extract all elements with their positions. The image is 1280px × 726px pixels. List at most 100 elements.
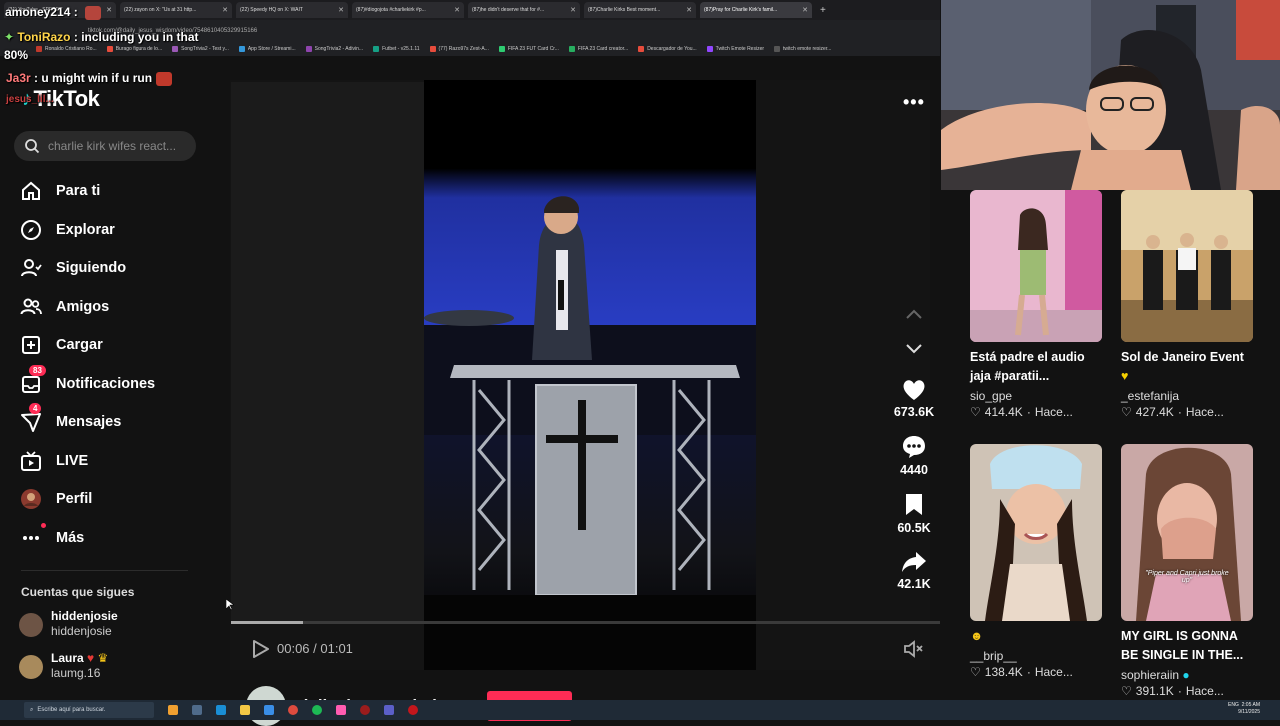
video-author[interactable]: _estefanija bbox=[1121, 389, 1253, 403]
edge-icon[interactable] bbox=[216, 705, 226, 715]
bookmark[interactable]: Burago figura de lo... bbox=[106, 46, 162, 52]
nav-item-para-ti[interactable]: Para ti bbox=[20, 172, 210, 211]
spotify-icon[interactable] bbox=[312, 705, 322, 715]
taskbar-search[interactable]: ⌕ Escribe aquí para buscar. bbox=[24, 702, 154, 718]
video-meta: ♡ 138.4K · Hace... bbox=[970, 665, 1073, 679]
nav-item-siguiendo[interactable]: Siguiendo bbox=[20, 249, 210, 288]
browser-tab[interactable]: (22) zayon on X: "Us at 31 http... ✕ bbox=[120, 2, 232, 18]
video-title[interactable]: Está padre el audio jaja #paratii... bbox=[970, 348, 1102, 386]
chevron-down-icon[interactable] bbox=[904, 342, 924, 356]
volume-icon[interactable] bbox=[903, 639, 925, 659]
task-view-icon[interactable] bbox=[192, 705, 202, 715]
taskbar-app-icon[interactable] bbox=[408, 705, 418, 715]
video-thumbnail[interactable] bbox=[970, 190, 1102, 342]
account-name: Laura ♥ ♛ bbox=[51, 651, 109, 665]
close-icon[interactable]: ✕ bbox=[570, 6, 576, 14]
close-icon[interactable]: ✕ bbox=[338, 6, 344, 14]
bookmark[interactable]: App Store / Streami... bbox=[238, 46, 296, 52]
browser-tab[interactable]: (22) Speedy HQ on X: WAIT ✕ bbox=[236, 2, 348, 18]
taskbar-app-icon[interactable] bbox=[336, 705, 346, 715]
chat-username: Ja3r bbox=[6, 71, 31, 85]
search-placeholder: charlie kirk wifes react... bbox=[48, 139, 177, 153]
play-icon[interactable] bbox=[251, 640, 269, 658]
following-account[interactable]: hiddenjosie hiddenjosie bbox=[19, 609, 118, 639]
bookmark[interactable]: Twitch Emote Resizer bbox=[706, 46, 764, 52]
taskbar-app-icon[interactable] bbox=[384, 705, 394, 715]
bookmark[interactable]: twitch emote resizer... bbox=[774, 46, 831, 52]
like-button[interactable]: 673.6K bbox=[880, 378, 948, 419]
taskbar-app-icon[interactable] bbox=[168, 705, 178, 715]
compass-icon bbox=[20, 219, 42, 241]
browser-tab[interactable]: (87)he didn't deserve that for #... ✕ bbox=[468, 2, 580, 18]
taskbar-app-icon[interactable] bbox=[360, 705, 370, 715]
browser-tab[interactable]: (87)Charlie Kirks Best moment... ✕ bbox=[584, 2, 696, 18]
search-input[interactable]: charlie kirk wifes react... bbox=[14, 131, 196, 161]
save-button[interactable]: 60.5K bbox=[880, 492, 948, 535]
bookmark[interactable]: SongTrivia2 - Adivin... bbox=[305, 46, 363, 52]
sparkle-icon: ✦ bbox=[4, 30, 15, 44]
browser-tab-active[interactable]: (87)Pray for Charlie Kirk's famil... ✕ bbox=[700, 2, 812, 18]
bookmark[interactable]: (77) Razo97s Zest-A... bbox=[429, 46, 489, 52]
nav-item-mas[interactable]: Más bbox=[20, 519, 210, 558]
video-thumbnail[interactable] bbox=[970, 444, 1102, 621]
nav-item-amigos[interactable]: Amigos bbox=[20, 288, 210, 327]
comment-button[interactable]: 4440 bbox=[880, 434, 948, 477]
heart-outline-icon: ♡ bbox=[970, 665, 981, 679]
new-tab-icon[interactable]: + bbox=[820, 5, 826, 16]
nav-label: Amigos bbox=[56, 298, 110, 315]
nav-item-notificaciones[interactable]: 83 Notificaciones bbox=[20, 364, 210, 404]
avatar bbox=[19, 655, 43, 679]
nav-item-mensajes[interactable]: 4 Mensajes bbox=[20, 403, 210, 442]
recommended-video-card[interactable]: Sol de Janeiro Event ♥ _estefanija ♡ 427.… bbox=[1121, 190, 1253, 419]
close-icon[interactable]: ✕ bbox=[802, 6, 808, 14]
video-title[interactable]: MY GIRL IS GONNA BE SINGLE IN THE... bbox=[1121, 627, 1253, 665]
nav-item-cargar[interactable]: Cargar bbox=[20, 326, 210, 365]
nav-item-perfil[interactable]: Perfil bbox=[20, 480, 210, 519]
video-author[interactable]: sio_gpe bbox=[970, 389, 1102, 403]
chevron-up-icon[interactable] bbox=[904, 307, 924, 321]
video-frame[interactable] bbox=[424, 80, 756, 670]
bookmark[interactable]: Descargador de You... bbox=[638, 46, 697, 52]
bookmark[interactable]: Futbet - v25.1.11 bbox=[373, 46, 420, 52]
account-handle: hiddenjosie bbox=[51, 624, 112, 638]
video-author[interactable]: __brip__ bbox=[970, 649, 1102, 663]
recommended-panel: Está padre el audio jaja #paratii... sio… bbox=[940, 190, 1280, 700]
bookmark[interactable]: SongTrivia2 - Test y... bbox=[172, 46, 229, 52]
nav-item-explorar[interactable]: Explorar bbox=[20, 211, 210, 250]
video-thumbnail[interactable]: "Piper and Capri just broke up" bbox=[1121, 444, 1253, 621]
video-title[interactable]: ☻ bbox=[970, 627, 1102, 646]
recommended-video-card[interactable]: "Piper and Capri just broke up" MY GIRL … bbox=[1121, 444, 1253, 698]
bookmark[interactable]: Ronaldo Cristiano Ro... bbox=[36, 46, 97, 52]
close-icon[interactable]: ✕ bbox=[454, 6, 460, 14]
tab-label: (22) Speedy HQ on X: WAIT bbox=[240, 7, 303, 13]
folder-icon[interactable] bbox=[240, 705, 250, 715]
following-account[interactable]: Laura ♥ ♛ laumg.16 bbox=[19, 651, 108, 681]
webcam-overlay bbox=[941, 0, 1280, 190]
chrome-icon[interactable] bbox=[288, 705, 298, 715]
recommended-video-card[interactable]: Está padre el audio jaja #paratii... sio… bbox=[970, 190, 1102, 419]
share-button[interactable]: 42.1K bbox=[880, 550, 948, 591]
video-thumbnail[interactable] bbox=[1121, 190, 1253, 342]
video-author[interactable]: sophieraiin ● bbox=[1121, 668, 1253, 682]
windows-taskbar: ⌕ Escribe aquí para buscar. ENG 2:05 AM 9/… bbox=[0, 700, 1280, 720]
more-options-icon[interactable]: ••• bbox=[903, 92, 925, 113]
system-tray[interactable]: ENG 2:05 AM 9/11/2025 bbox=[1228, 702, 1260, 716]
video-progress-bar[interactable] bbox=[231, 621, 949, 624]
close-icon[interactable]: ✕ bbox=[222, 6, 228, 14]
tab-label: (87)#diogojota #charliekirk #p... bbox=[356, 7, 426, 13]
close-icon[interactable]: ✕ bbox=[106, 6, 112, 14]
browser-tab[interactable]: (87)#diogojota #charliekirk #p... ✕ bbox=[352, 2, 464, 18]
avatar bbox=[19, 613, 43, 637]
video-title[interactable]: Sol de Janeiro Event ♥ bbox=[1121, 348, 1253, 386]
chat-percent: 80% bbox=[4, 48, 29, 62]
recommended-video-card[interactable]: ☻ __brip__ ♡ 138.4K · Hace... bbox=[970, 444, 1102, 679]
close-icon[interactable]: ✕ bbox=[686, 6, 692, 14]
nav-label: Cargar bbox=[56, 337, 103, 354]
heart-outline-icon: ♡ bbox=[970, 405, 981, 419]
store-icon[interactable] bbox=[264, 705, 274, 715]
bookmark[interactable]: FIFA 23 Card creator... bbox=[568, 46, 628, 52]
bookmark[interactable]: FIFA 23 FUT Card Cr... bbox=[498, 46, 559, 52]
chat-username: jesus_lil... bbox=[6, 94, 54, 105]
nav-item-live[interactable]: LIVE bbox=[20, 442, 210, 481]
save-count: 60.5K bbox=[897, 521, 931, 535]
